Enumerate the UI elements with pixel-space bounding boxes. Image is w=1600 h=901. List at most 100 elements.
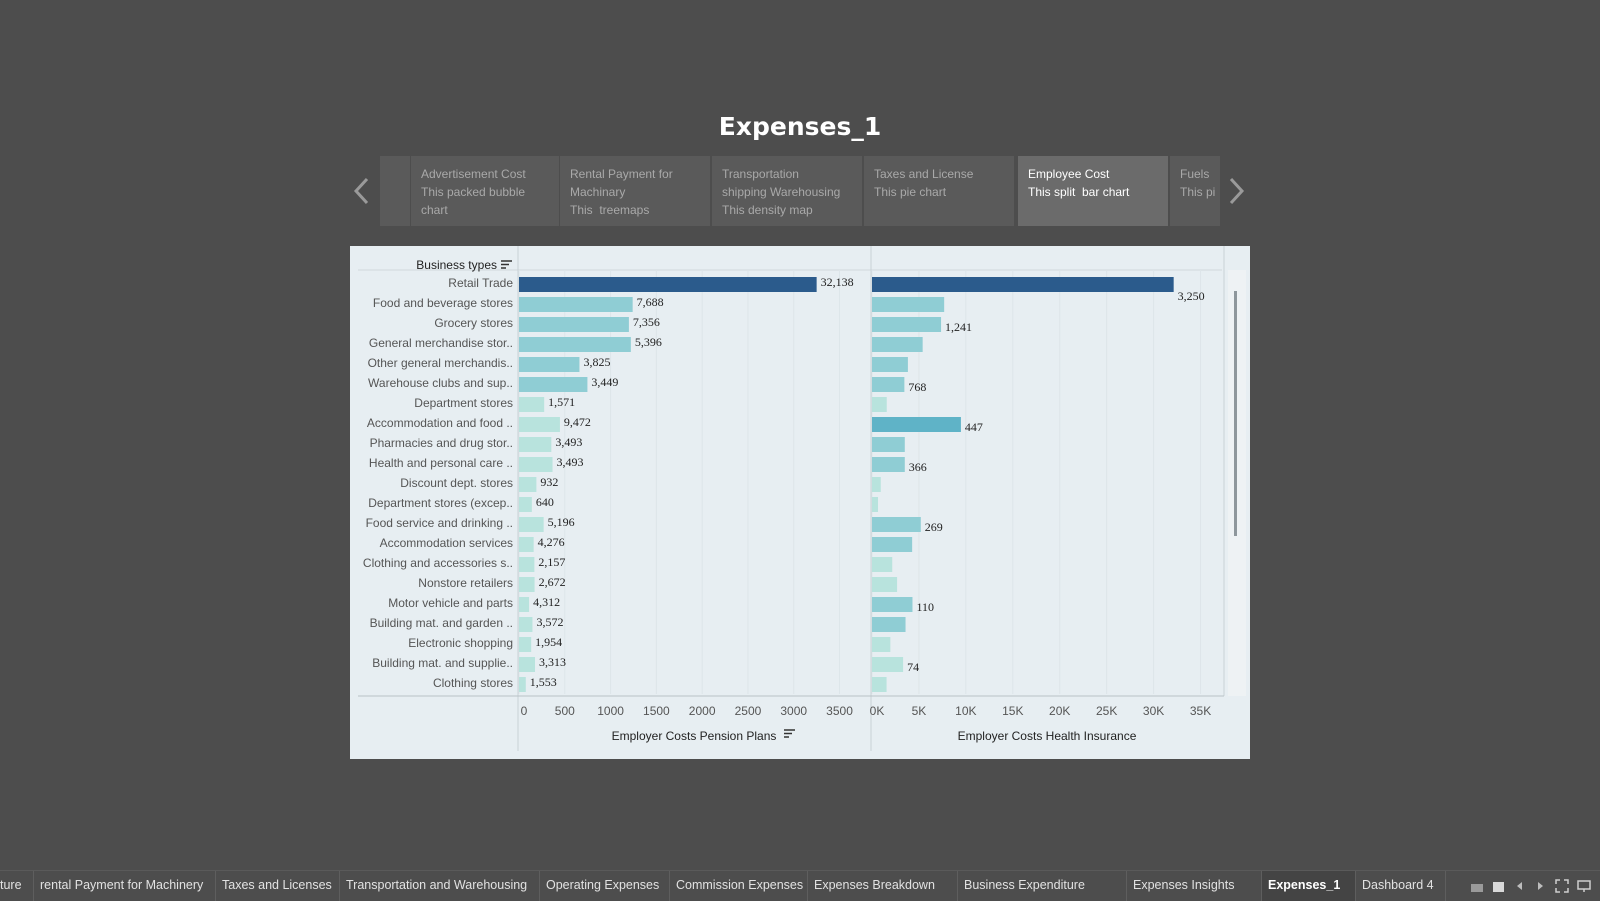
page-title: Expenses_1 bbox=[718, 112, 882, 141]
category-label: Pharmacies and drug stor.. bbox=[370, 436, 513, 450]
pension-bar bbox=[519, 297, 633, 312]
sheet-tab[interactable]: ture bbox=[0, 871, 34, 901]
data-label: 1,571 bbox=[548, 395, 575, 409]
story-point-caption: chart bbox=[421, 203, 448, 217]
x-axis-title-pension: Employer Costs Pension Plans bbox=[612, 729, 777, 743]
present-icon[interactable] bbox=[1577, 879, 1591, 893]
story-point-caption: shipping Warehousing bbox=[722, 185, 841, 199]
story-point-caption: Transportation bbox=[722, 167, 799, 181]
story-point-rental-payment[interactable]: Rental Payment for Machinary This treema… bbox=[560, 156, 710, 226]
category-label: Accommodation and food .. bbox=[367, 416, 513, 430]
data-label: 2,672 bbox=[539, 575, 566, 589]
story-point-taxes-and-license[interactable]: Taxes and License This pie chart bbox=[864, 156, 1014, 226]
data-label: 3,493 bbox=[557, 455, 584, 469]
x-tick-label: 5K bbox=[912, 704, 927, 718]
story-point-fuels[interactable]: Fuels This pi bbox=[1170, 156, 1220, 226]
sheet-tab[interactable]: Dashboard 4 bbox=[1356, 871, 1446, 901]
sheet-tab[interactable]: Business Expenditure bbox=[958, 871, 1127, 901]
sheet-tab[interactable]: Expenses Breakdown bbox=[808, 871, 958, 901]
sheet-view-icon[interactable] bbox=[1491, 879, 1505, 893]
next-story-point-icon[interactable] bbox=[1224, 176, 1248, 206]
sheet-tab[interactable]: rental Payment for Machinery bbox=[34, 871, 216, 901]
pension-bar bbox=[519, 557, 535, 572]
x-tick-label: 500 bbox=[555, 704, 575, 718]
health-insurance-bar bbox=[872, 597, 913, 612]
story-point-caption: This split bar chart bbox=[1028, 185, 1130, 199]
story-point-caption: This treemaps bbox=[570, 203, 650, 217]
story-point-transportation[interactable]: Transportation shipping Warehousing This… bbox=[712, 156, 862, 226]
category-label: Food service and drinking .. bbox=[366, 516, 513, 530]
health-insurance-bar bbox=[872, 297, 945, 312]
x-tick-label: 30K bbox=[1143, 704, 1164, 718]
story-point-caption: Advertisement Cost bbox=[421, 167, 526, 181]
data-label: 447 bbox=[965, 420, 983, 434]
data-label: 7,356 bbox=[633, 315, 660, 329]
sheet-tab[interactable]: Expenses_1 bbox=[1262, 871, 1356, 901]
previous-story-point-icon[interactable] bbox=[350, 176, 374, 206]
story-point-caption: This pie chart bbox=[874, 185, 947, 199]
data-label: 3,449 bbox=[591, 375, 618, 389]
sheet-tab[interactable]: Operating Expenses bbox=[540, 871, 670, 901]
category-label: Retail Trade bbox=[448, 276, 513, 290]
grid-view-icon[interactable] bbox=[1470, 879, 1484, 893]
data-label: 74 bbox=[907, 660, 919, 674]
fullscreen-icon[interactable] bbox=[1555, 879, 1569, 893]
data-label: 768 bbox=[908, 380, 926, 394]
story-point-employee-cost[interactable]: Employee Cost This split bar chart bbox=[1018, 156, 1168, 226]
pension-bar bbox=[519, 497, 532, 512]
data-label: 32,138 bbox=[821, 275, 854, 289]
story-navigator: Advertisement Cost This packed bubble ch… bbox=[380, 156, 1220, 226]
sheet-tab[interactable]: Expenses Insights bbox=[1127, 871, 1262, 901]
health-insurance-bar bbox=[872, 397, 887, 412]
x-tick-label: 2000 bbox=[689, 704, 716, 718]
data-label: 4,276 bbox=[538, 535, 565, 549]
pension-bar bbox=[519, 537, 534, 552]
pension-bar bbox=[519, 417, 560, 432]
data-label: 3,572 bbox=[536, 615, 563, 629]
x-tick-label: 0 bbox=[521, 704, 528, 718]
health-insurance-bar bbox=[872, 657, 904, 672]
x-tick-label: 20K bbox=[1049, 704, 1070, 718]
category-label: General merchandise stor.. bbox=[369, 336, 513, 350]
health-insurance-bar bbox=[872, 337, 923, 352]
scroll-right-icon[interactable] bbox=[1533, 879, 1547, 893]
data-label: 5,396 bbox=[635, 335, 662, 349]
data-label: 366 bbox=[909, 460, 927, 474]
category-label: Building mat. and garden .. bbox=[370, 616, 513, 630]
category-label: Clothing stores bbox=[433, 676, 513, 690]
data-label: 3,313 bbox=[539, 655, 566, 669]
data-label: 3,493 bbox=[555, 435, 582, 449]
split-bar-chart: Business types 0 500 1000 1500 2000 2500 3000 35… bbox=[350, 246, 1250, 759]
story-point-caption: Employee Cost bbox=[1028, 167, 1110, 181]
pension-bar bbox=[519, 677, 526, 692]
pension-bar bbox=[519, 337, 631, 352]
story-point-caption: Rental Payment for bbox=[570, 167, 673, 181]
category-label: Clothing and accessories s.. bbox=[363, 556, 513, 570]
health-insurance-bar bbox=[872, 497, 879, 512]
sheet-tab[interactable]: Taxes and Licenses bbox=[216, 871, 340, 901]
data-label: 269 bbox=[925, 520, 943, 534]
category-label: Department stores bbox=[414, 396, 513, 410]
sheet-tab[interactable]: Commission Expenses bbox=[670, 871, 808, 901]
story-point-blank[interactable] bbox=[380, 156, 410, 226]
x-tick-label: 3000 bbox=[780, 704, 807, 718]
sort-icon bbox=[784, 729, 795, 738]
pension-bar bbox=[519, 437, 552, 452]
health-insurance-bar bbox=[872, 477, 881, 492]
story-point-advertisement-cost[interactable]: Advertisement Cost This packed bubble ch… bbox=[411, 156, 559, 226]
health-insurance-bar bbox=[872, 577, 898, 592]
health-insurance-bar bbox=[872, 277, 1174, 292]
story-point-caption: This density map bbox=[722, 203, 813, 217]
category-label: Accommodation services bbox=[380, 536, 513, 550]
sheet-tab[interactable]: Transportation and Warehousing bbox=[340, 871, 540, 901]
data-label: 3,250 bbox=[1178, 289, 1205, 303]
x-tick-label: 15K bbox=[1002, 704, 1023, 718]
x-tick-label: 2500 bbox=[735, 704, 762, 718]
pension-bar bbox=[519, 577, 535, 592]
scroll-left-icon[interactable] bbox=[1513, 879, 1527, 893]
health-insurance-bar bbox=[872, 417, 961, 432]
health-insurance-bar bbox=[872, 457, 905, 472]
pension-bar bbox=[519, 397, 545, 412]
category-label: Electronic shopping bbox=[408, 636, 513, 650]
data-label: 2,157 bbox=[538, 555, 565, 569]
